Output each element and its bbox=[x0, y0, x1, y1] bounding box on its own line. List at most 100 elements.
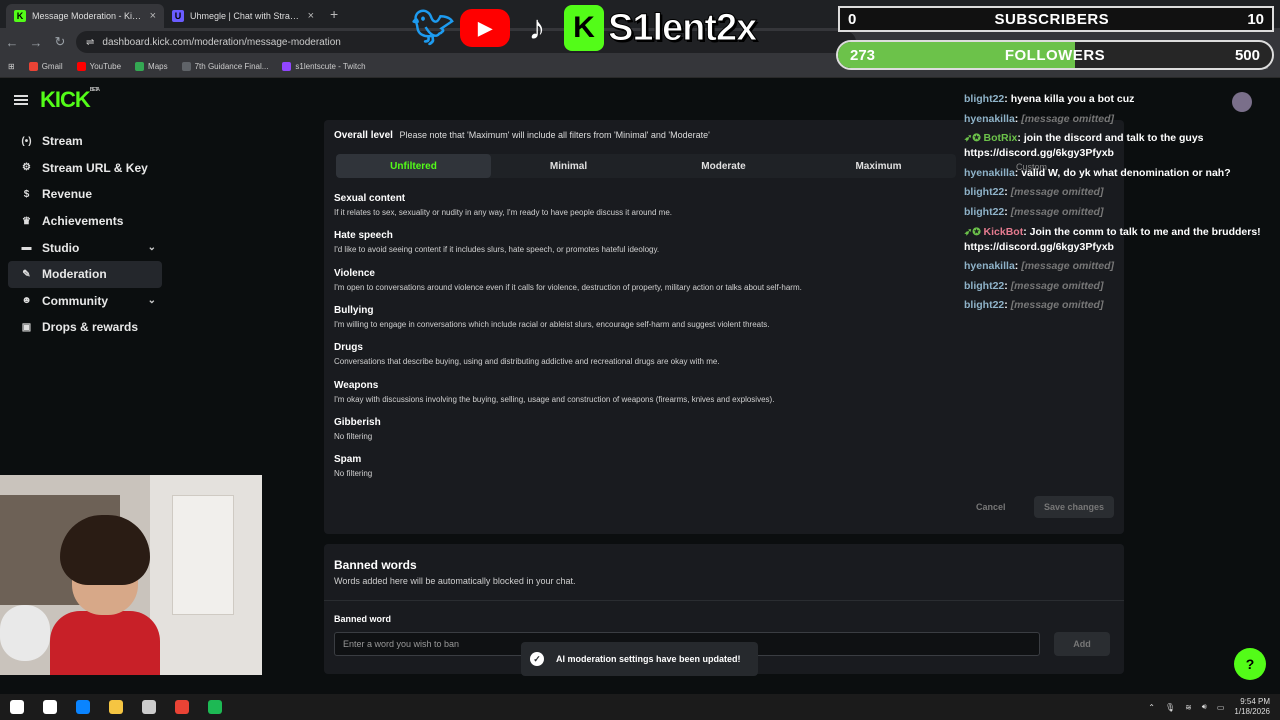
studio-icon: ▬ bbox=[21, 242, 32, 254]
chevron-down-icon[interactable]: ⌄ bbox=[148, 295, 156, 306]
volume-icon[interactable]: 🔊︎ bbox=[1202, 702, 1207, 712]
level-option[interactable]: Maximum bbox=[801, 154, 956, 178]
chat-message: hyenakilla: [message omitted] bbox=[964, 112, 1114, 125]
overall-level-note: Please note that 'Maximum' will include … bbox=[399, 130, 710, 140]
bookmark-icon bbox=[135, 62, 145, 71]
webcam-feed bbox=[0, 475, 262, 675]
tiktok-icon: ♪ bbox=[528, 8, 546, 47]
chrome-icon[interactable] bbox=[165, 694, 198, 720]
sidebar-item[interactable]: ▬ Studio ⌄ bbox=[8, 234, 162, 261]
bookmark-label: Gmail bbox=[41, 62, 63, 71]
store-icon[interactable] bbox=[66, 694, 99, 720]
back-icon[interactable]: ← bbox=[0, 35, 24, 50]
chat-username[interactable]: hyenakilla bbox=[964, 260, 1015, 272]
category-title: Sexual content bbox=[334, 193, 406, 204]
kick-logo-tag: BETA bbox=[89, 87, 100, 93]
chat-username[interactable]: KickBot bbox=[984, 226, 1024, 238]
chat-message: blight22: hyena killa you a bot cuz bbox=[964, 93, 1135, 105]
windows-start-icon[interactable] bbox=[0, 694, 33, 720]
category-description: I'm open to conversations around violenc… bbox=[334, 282, 802, 292]
chat-text: [message omitted] bbox=[1010, 279, 1104, 292]
reload-icon[interactable]: ↻ bbox=[48, 34, 72, 50]
chat-username[interactable]: blight22 bbox=[964, 299, 1004, 311]
chrome-glyph bbox=[174, 700, 189, 714]
category-description: I'm willing to engage in conversations w… bbox=[334, 319, 770, 329]
browser-tab[interactable]: U Uhmegle | Chat with Strangers × bbox=[164, 4, 322, 28]
level-option[interactable]: Minimal bbox=[491, 154, 646, 178]
support-chat-icon[interactable]: ? bbox=[1234, 648, 1266, 680]
chevron-down-icon[interactable]: ⌄ bbox=[148, 242, 156, 253]
banned-word-label: Banned word bbox=[334, 614, 392, 624]
sidebar-item[interactable]: ✎ Moderation bbox=[8, 260, 162, 288]
wifi-icon[interactable]: ≋ bbox=[1185, 703, 1192, 712]
spotify-icon[interactable] bbox=[198, 694, 231, 720]
new-tab-button[interactable]: + bbox=[330, 6, 338, 22]
chat-message: ➶✪ KickBot: Join the comm to talk to me … bbox=[964, 225, 1261, 253]
menu-icon[interactable] bbox=[14, 95, 28, 105]
sidebar-item[interactable]: $ Revenue bbox=[8, 181, 162, 208]
file-explorer-icon[interactable] bbox=[99, 694, 132, 720]
chevron-up-icon[interactable]: ⌃ bbox=[1148, 703, 1155, 712]
sidebar-item[interactable]: ▣ Drops & rewards bbox=[8, 314, 162, 341]
windows-taskbar: ⌃ 🎙︎ ≋ 🔊︎ ▭ 9:54 PM 1/18/2026 bbox=[0, 694, 1280, 720]
chat-username[interactable]: blight22 bbox=[964, 93, 1004, 105]
bookmark-item[interactable]: 7th Guidance Final... bbox=[181, 62, 269, 71]
community-icon: ☻ bbox=[21, 295, 32, 307]
headphones bbox=[0, 605, 50, 661]
chat-username[interactable]: hyenakilla bbox=[964, 113, 1015, 125]
browser-tab[interactable]: K Message Moderation - Kick Da × bbox=[6, 4, 164, 28]
sidebar-item[interactable]: ☻ Community ⌄ bbox=[8, 288, 162, 315]
category-description: If it relates to sex, sexuality or nudit… bbox=[334, 208, 672, 217]
moderation-category: Sexual content If it relates to sex, sexu… bbox=[334, 193, 672, 217]
apps-grid-icon[interactable]: ⊞ bbox=[8, 62, 15, 71]
kick-logo[interactable]: KICKBETA bbox=[40, 87, 100, 113]
sidebar-item[interactable]: (•) Stream bbox=[8, 128, 162, 155]
chat-text: valid W, do yk what denomination or nah? bbox=[1021, 166, 1231, 179]
level-option[interactable]: Moderate bbox=[646, 154, 801, 178]
cancel-button[interactable]: Cancel bbox=[976, 502, 1006, 512]
bookmark-item[interactable]: Gmail bbox=[28, 62, 63, 71]
overall-level-title: Overall level bbox=[334, 130, 393, 141]
bookmark-icon bbox=[76, 62, 86, 71]
sidebar-item-label: Revenue bbox=[42, 187, 93, 202]
search-glyph bbox=[42, 700, 57, 714]
bookmark-item[interactable]: YouTube bbox=[76, 62, 121, 71]
system-clock[interactable]: 9:54 PM 1/18/2026 bbox=[1234, 697, 1270, 717]
subscribers-count: 0 bbox=[848, 10, 857, 28]
obs-icon[interactable] bbox=[132, 694, 165, 720]
followers-label: FOLLOWERS bbox=[1004, 46, 1106, 64]
category-title: Violence bbox=[334, 267, 375, 279]
stream-chat-overlay: blight22: hyena killa you a bot cuz hyena… bbox=[964, 92, 1274, 318]
kick-icon: K bbox=[564, 5, 604, 51]
banned-words-title: Banned words bbox=[334, 558, 417, 572]
obs-glyph bbox=[141, 700, 156, 714]
spotify-glyph bbox=[207, 700, 222, 714]
moderation-category: Spam No filtering bbox=[334, 454, 372, 478]
microphone-icon[interactable]: 🎙︎ bbox=[1165, 703, 1175, 712]
trophy-icon: ♛ bbox=[22, 215, 31, 227]
chat-username[interactable]: BotRix bbox=[984, 132, 1018, 144]
bookmark-item[interactable]: s1lentscute - Twitch bbox=[282, 62, 366, 71]
sidebar-item[interactable]: ⚙ Stream URL & Key bbox=[8, 155, 162, 182]
search-icon[interactable] bbox=[33, 694, 66, 720]
chat-username[interactable]: blight22 bbox=[964, 280, 1004, 292]
followers-count: 273 bbox=[850, 46, 876, 64]
chat-username[interactable]: blight22 bbox=[964, 206, 1004, 218]
link-icon: ⚙ bbox=[22, 162, 31, 174]
site-info-icon[interactable]: ⇌ bbox=[86, 37, 94, 48]
battery-icon[interactable]: ▭ bbox=[1217, 703, 1225, 712]
bookmark-item[interactable]: Maps bbox=[135, 62, 168, 71]
sidebar-item[interactable]: ♛ Achievements bbox=[8, 208, 162, 235]
clock-date: 1/18/2026 bbox=[1234, 707, 1270, 716]
save-changes-button[interactable]: Save changes bbox=[1034, 496, 1114, 518]
close-tab-icon[interactable]: × bbox=[308, 10, 314, 22]
add-banned-word-button[interactable]: Add bbox=[1054, 632, 1110, 656]
forward-icon[interactable]: → bbox=[24, 35, 48, 50]
bookmark-label: Maps bbox=[148, 62, 168, 71]
close-tab-icon[interactable]: × bbox=[150, 10, 156, 22]
chat-username[interactable]: blight22 bbox=[964, 186, 1004, 198]
chat-text: [message omitted] bbox=[1010, 299, 1104, 312]
chat-username[interactable]: hyenakilla bbox=[964, 167, 1015, 179]
bookmark-label: 7th Guidance Final... bbox=[194, 62, 269, 71]
level-option[interactable]: Unfiltered bbox=[336, 154, 491, 178]
